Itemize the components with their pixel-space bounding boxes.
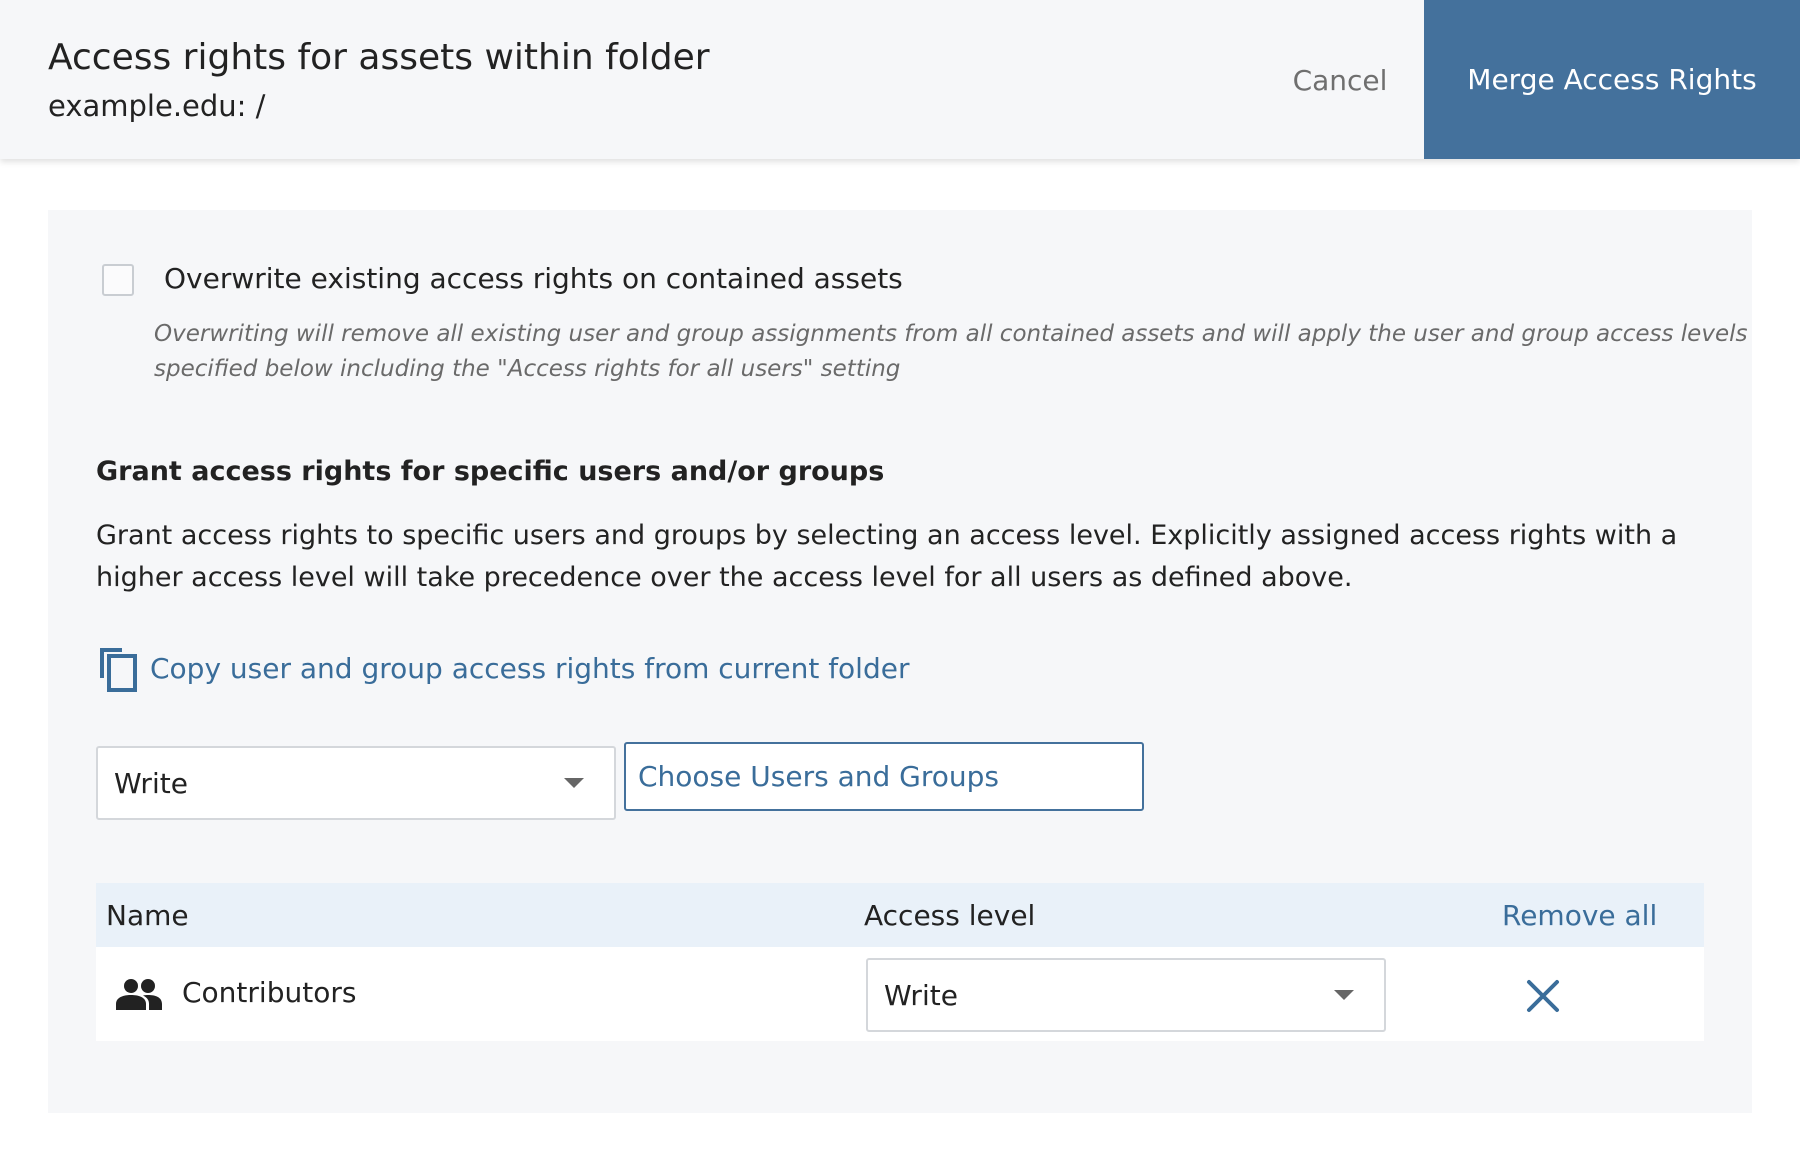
caret-down-icon — [564, 778, 584, 788]
copy-icon — [100, 648, 137, 692]
group-icon — [116, 979, 162, 1010]
row-access-level-select[interactable]: Write — [866, 958, 1386, 1032]
column-header-name: Name — [106, 898, 189, 932]
cancel-button[interactable]: Cancel — [1260, 52, 1420, 108]
overwrite-label[interactable]: Overwrite existing access rights on cont… — [164, 259, 903, 299]
merge-access-rights-button[interactable]: Merge Access Rights — [1424, 0, 1800, 159]
row-name: Contributors — [182, 975, 357, 1009]
choose-users-groups-button[interactable]: Choose Users and Groups — [624, 742, 1144, 811]
caret-down-icon — [1334, 990, 1354, 1000]
dialog-subtitle: example.edu: / — [48, 89, 266, 123]
access-level-select-value: Write — [114, 766, 188, 800]
access-level-select[interactable]: Write — [96, 746, 616, 820]
copy-access-rights-link[interactable]: Copy user and group access rights from c… — [96, 643, 909, 693]
remove-row-button[interactable] — [1522, 975, 1564, 1017]
remove-all-link[interactable]: Remove all — [1502, 883, 1657, 947]
dialog-title: Access rights for assets within folder — [48, 37, 710, 78]
table-row: Contributors Write — [96, 947, 1704, 1041]
overwrite-checkbox[interactable] — [102, 264, 134, 296]
row-access-level-value: Write — [884, 978, 958, 1012]
overwrite-note: Overwriting will remove all existing use… — [154, 321, 1748, 382]
copy-access-rights-label: Copy user and group access rights from c… — [150, 651, 910, 685]
dialog-header: Access rights for assets within folder e… — [0, 0, 1800, 159]
close-icon — [1527, 980, 1559, 1012]
grant-section-heading: Grant access rights for specific users a… — [96, 456, 885, 487]
grant-section-description: Grant access rights to specific users an… — [96, 520, 1678, 593]
column-header-access-level: Access level — [864, 898, 1036, 932]
table-header: Name Access level Remove all — [96, 883, 1704, 947]
